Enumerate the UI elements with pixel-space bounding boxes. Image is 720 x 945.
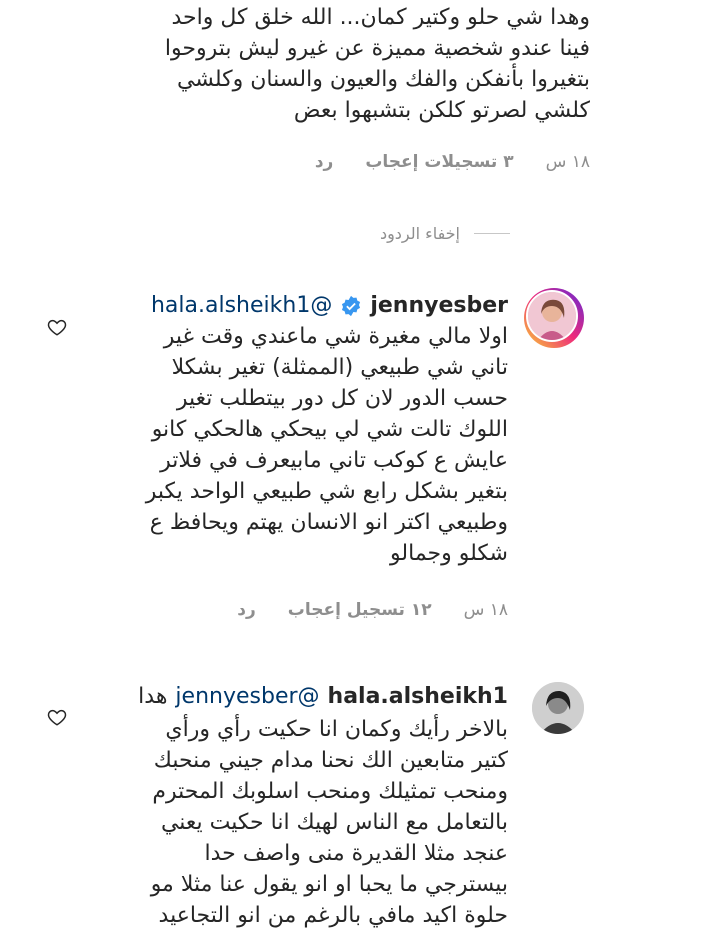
hide-replies-label: إخفاء الردود — [379, 224, 460, 243]
comment-meta: ١٨ س ٣ تسجيلات إعجاب رد — [315, 152, 590, 172]
verified-badge-icon — [342, 295, 361, 316]
avatar[interactable] — [532, 682, 584, 734]
comment-likes-link[interactable]: ٣ تسجيلات إعجاب — [365, 152, 513, 172]
reply-line: ومنحب تمثيلك ومنحب اسلوبك المحترم — [152, 779, 508, 804]
comment-line: كلشي لصرتو كلكن بتشبهوا بعض — [293, 98, 590, 123]
reply-likes-link[interactable]: ١٢ تسجيل إعجاب — [288, 600, 432, 620]
comment-line: بتغيروا بأنفكن والفك والعيون والسنان وكل… — [176, 67, 590, 92]
reply-line: عايش ع كوكب تاني مابيعرف في فلاتر — [160, 448, 508, 473]
reply-heading: hala.alsheikh1 @jennyesber هدا — [138, 684, 508, 709]
reply-line: تاني شي طبيعي (الممثلة) تغير بشكلا — [171, 355, 508, 380]
avatar-image — [526, 290, 578, 342]
mention-link[interactable]: @hala.alsheikh1 — [151, 293, 332, 318]
reply-line: بالاخر رأيك وكمان انا حكيت رأي ورأي — [165, 717, 508, 742]
reply-line: اللوك تالت شي لي بيحكي هالحكي كانو — [151, 417, 508, 442]
reply-meta: ١٨ س ١٢ تسجيل إعجاب رد — [237, 600, 508, 620]
comment-time: ١٨ س — [545, 152, 590, 172]
username-link[interactable]: jennyesber — [370, 293, 508, 318]
reply-line: وطبيعي اكتر انو الانسان يهتم ويحافظ ع — [149, 510, 508, 535]
reply-button[interactable]: رد — [315, 152, 334, 172]
comment-text: وهدا شي حلو وكتير كمان... الله خلق كل وا… — [165, 2, 590, 126]
reply-line: بالتعامل مع الناس لهيك انا حكيت يعني — [160, 810, 508, 835]
reply-button[interactable]: رد — [237, 600, 256, 620]
reply-line: عنجد مثلا القديرة منى واصف حدا — [204, 841, 508, 866]
divider-line — [474, 233, 510, 234]
avatar[interactable] — [524, 288, 584, 348]
reply-text: اولا مالي مغيرة شي ماعندي وقت غير تاني ش… — [146, 321, 508, 569]
reply-heading: jennyesber @hala.alsheikh1 — [151, 293, 508, 318]
reply-line: اولا مالي مغيرة شي ماعندي وقت غير — [163, 324, 508, 349]
avatar-image — [532, 682, 584, 734]
reply-line: حسب الدور لان كل دور بيتطلب تغير — [176, 386, 508, 411]
like-heart-icon[interactable] — [46, 316, 68, 338]
reply-line: حلوة اكيد مافي بالرغم من انو التجاعيد — [158, 903, 508, 928]
reply-time: ١٨ س — [463, 600, 508, 620]
mention-link[interactable]: @jennyesber — [175, 684, 319, 709]
comment-line: فينا عندو شخصية مميزة عن غيرو ليش بتروحو… — [164, 36, 590, 61]
reply-text: بالاخر رأيك وكمان انا حكيت رأي ورأي كتير… — [151, 714, 508, 931]
reply-line: بتغير بشكل رابع شي طبيعي الواحد يكبر — [145, 479, 508, 504]
hide-replies-toggle[interactable]: إخفاء الردود — [380, 224, 510, 243]
comment-line: وهدا شي حلو وكتير كمان... الله خلق كل وا… — [171, 5, 590, 30]
reply-line: بيسترجي ما يحبا او انو يقول عنا مثلا مو — [150, 872, 508, 897]
username-link[interactable]: hala.alsheikh1 — [328, 684, 508, 709]
reply-line: شكلو وجمالو — [390, 541, 508, 566]
reply-line: كتير متابعين الك نحنا مدام جيني منحبك — [153, 748, 508, 773]
reply-first-word: هدا — [138, 684, 168, 709]
like-heart-icon[interactable] — [46, 706, 68, 728]
